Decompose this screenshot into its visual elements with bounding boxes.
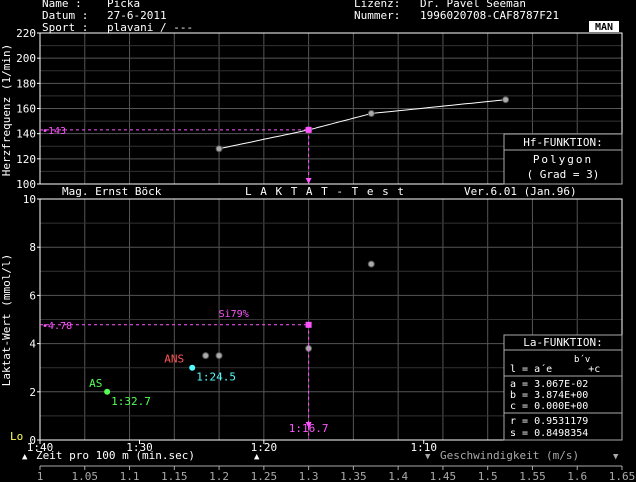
sport-value: plavani / --- [107,21,193,34]
man-button-label[interactable]: MAN [595,22,613,33]
ans-time-label: 1:24.5 [196,371,236,384]
hr-series: •143 [40,96,510,184]
la-ytick-label: 2 [29,386,36,399]
la-series: AS 1:32.7 ANS 1:24.5 Si79% •4.78 1:16.7 [40,260,375,440]
time-axis-label: Zeit pro 100 m (min.sec) [36,449,195,462]
hr-marker-label: •143 [42,126,66,137]
version-label: Ver.6.01 (Jan.96) [464,185,577,198]
si-value-label: •4.78 [42,321,72,332]
la-param-s: s = 0.8498354 [510,428,588,439]
hf-panel-type: Polygon [533,153,593,166]
time-tick-label: 1:10 [410,441,437,454]
speed-tick-label: 1.35 [340,470,367,482]
la-function-panel: La-FUNKTION: b´v l = a´e +c a = 3.067E-0… [503,334,623,441]
hf-panel-title: Hf-FUNKTION: [523,136,602,149]
la-param-b: b = 3.874E+00 [510,390,588,401]
number-value: 1996020708-CAF8787F21 [420,9,559,22]
la-param-c: c = 0.000E+00 [510,401,588,412]
la-ytick-label: 10 [23,193,36,206]
number-label: Nummer: [354,9,400,22]
as-label: AS [89,377,102,390]
speed-tick-label: 1.15 [161,470,188,482]
hr-ylabel: Herzfrequenz (1/min) [0,44,13,176]
hr-point [215,145,223,153]
hr-ytick-label: 160 [16,103,36,116]
lo-label: Lo [10,430,23,443]
hr-ytick-label: 140 [16,128,36,141]
la-ylabel: Laktat-Wert (mmol/l) [0,254,13,386]
si-label: Si79% [219,309,249,320]
time-tick-label: 1:20 [251,441,278,454]
speed-tick-label: 1.1 [120,470,140,482]
lactate-chart-canvas: Name : Picka Datum : 27-6-2011 Sport : p… [0,0,636,482]
hr-ytick-label: 180 [16,77,36,90]
ans-marker [189,364,196,371]
man-button[interactable]: MAN [589,21,619,33]
si-marker-point [305,321,312,328]
hr-marker-arrow [305,178,312,184]
lactate-point [215,352,223,360]
speed-tick-label: 1 [37,470,44,482]
la-formula: l = a´e +c [510,363,600,375]
hr-line [218,99,506,150]
sport-label: Sport : [42,21,88,34]
author-label: Mag. Ernst Böck [62,185,162,198]
speed-tick-label: 1.05 [72,470,99,482]
speed-tick-label: 1.6 [567,470,587,482]
la-ytick-label: 4 [29,338,36,351]
hr-ytick-label: 120 [16,153,36,166]
hr-ytick-label: 200 [16,52,36,65]
la-param-a: a = 3.067E-02 [510,379,588,390]
speed-tick-label: 1.55 [519,470,546,482]
hf-function-panel: Hf-FUNKTION: Polygon ( Grad = 3) [503,133,623,185]
la-ytick-label: 6 [29,289,36,302]
speed-tick-label: 1.4 [388,470,408,482]
si-time-label: 1:16.7 [289,422,329,435]
speed-tick-label: 1.45 [430,470,457,482]
speed-axis-label: Geschwindigkeit (m/s) [440,449,579,462]
as-time-label: 1:32.7 [111,395,151,408]
hr-ytick-label: 220 [16,27,36,40]
la-ytick-label: 8 [29,241,36,254]
hr-ytick-label: 100 [16,178,36,191]
speed-tick-label: 1.5 [478,470,498,482]
time-tick-label: 1:40 [27,441,54,454]
la-panel-title: La-FUNKTION: [523,336,602,349]
hr-marker-point [305,126,312,133]
speed-tick-label: 1.65 [609,470,636,482]
ans-label: ANS [164,353,184,366]
hr-point [502,96,510,104]
speed-tick-label: 1.2 [209,470,229,482]
lactate-point [367,260,375,268]
lactate-point [202,352,210,360]
hf-panel-degree: ( Grad = 3) [527,168,600,181]
lactate-test-screen: Name : Picka Datum : 27-6-2011 Sport : p… [0,0,636,482]
la-param-r: r = 0.9531179 [510,416,588,427]
speed-down-arrow-2[interactable]: ▼ [613,452,619,462]
speed-tick-label: 1.25 [251,470,278,482]
test-title: L A K T A T - T e s t [245,185,405,198]
speed-tick-label: 1.3 [299,470,319,482]
time-tick-label: 1:30 [126,441,153,454]
as-marker [104,388,111,395]
hr-point [367,110,375,118]
